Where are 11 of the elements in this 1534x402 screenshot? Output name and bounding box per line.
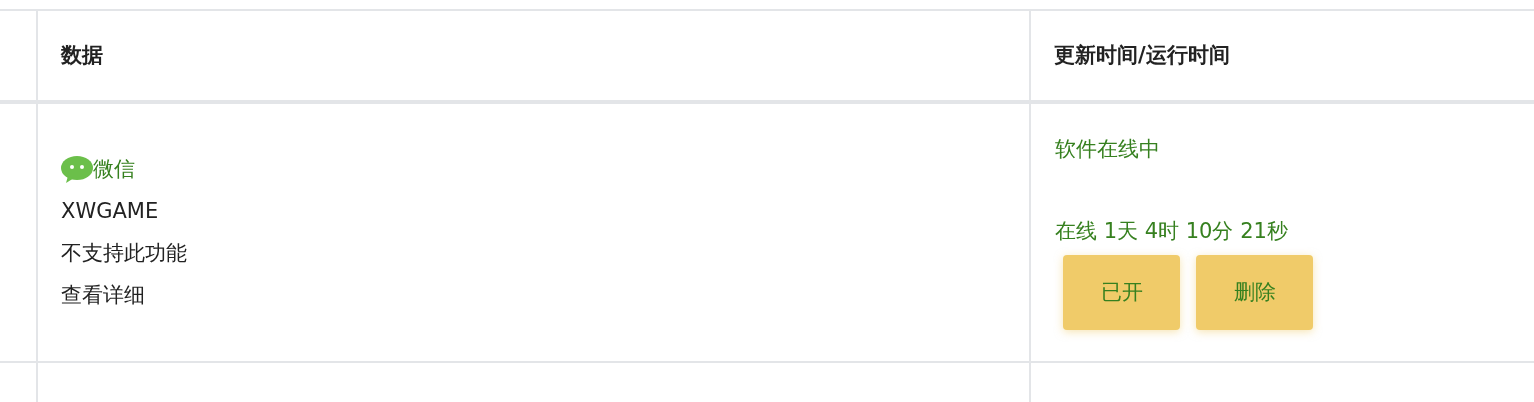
details-link[interactable]: 查看详细 [61, 283, 145, 307]
action-button[interactable]: 已开 [1063, 255, 1180, 330]
column-header: 更新时间/运行时间 [1054, 42, 1230, 67]
app-name: 微信 [93, 156, 135, 183]
chat-bubble-icon [61, 155, 93, 183]
action-button[interactable]: 删除 [1196, 255, 1313, 330]
column-header: 数据 [61, 42, 103, 67]
status-text: 软件在线中 [1055, 137, 1160, 161]
account-name: XWGAME [61, 199, 159, 223]
uptime-text: 在线 1天 4时 10分 21秒 [1055, 218, 1288, 243]
note-text: 不支持此功能 [61, 241, 187, 265]
